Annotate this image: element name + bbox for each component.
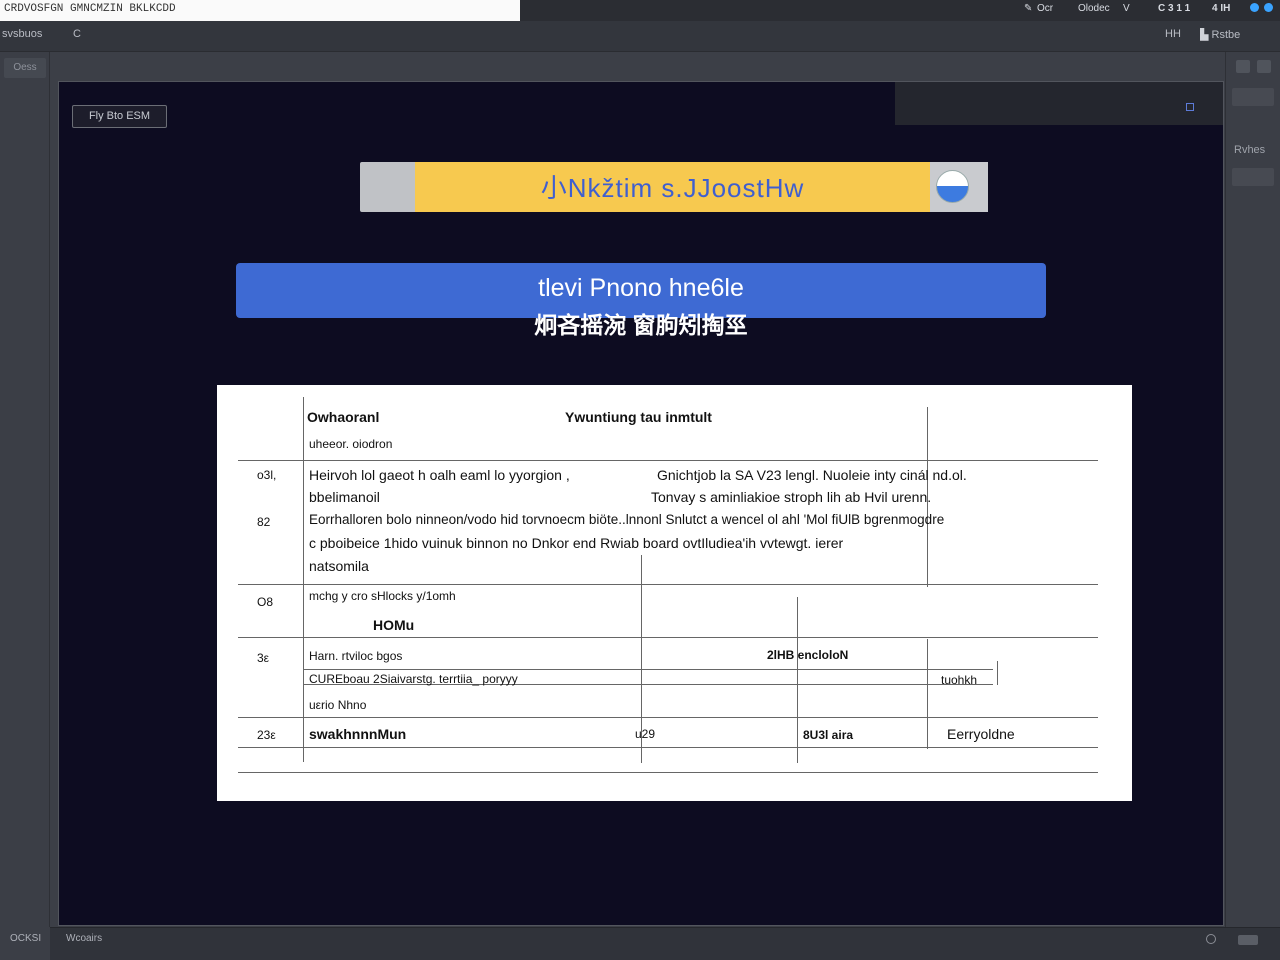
banner-subtitle: 炯吝摇涴 窗朐矧掏巠 xyxy=(534,312,748,338)
expand-icon[interactable] xyxy=(1186,103,1194,111)
row-text: natsomila xyxy=(309,558,369,574)
menu-item-right1[interactable]: HH xyxy=(1165,28,1181,40)
form-header-col1-sub: uheeor. oiodron xyxy=(309,437,393,451)
row-number: 3ε xyxy=(257,651,270,665)
status-dot-icon xyxy=(1264,3,1273,12)
row-number: 82 xyxy=(257,515,271,529)
toolbar-item-counter[interactable]: C 3 1 1 xyxy=(1158,1,1190,17)
window-title: CRDVOSFGN GMNCMZIN BKLKCDD xyxy=(0,0,520,21)
right-panel-label: Rvhes xyxy=(1234,144,1266,156)
row-text: HOMu xyxy=(373,617,415,633)
menu-bar xyxy=(0,21,1280,52)
row-text: swakhnnnMun xyxy=(309,726,407,742)
toolbar-item-v[interactable]: V xyxy=(1123,1,1130,17)
status-item-left2[interactable]: Wcoairs xyxy=(66,933,102,944)
panel-slot[interactable] xyxy=(1232,168,1274,186)
menu-item-svsbuos[interactable]: svsbuos xyxy=(2,28,42,40)
left-panel-tab[interactable]: Oess xyxy=(4,58,46,78)
toggle-icon[interactable] xyxy=(1238,935,1258,945)
form-header-col1: Owhaoranl xyxy=(307,409,380,425)
toolbar-item-olodec[interactable]: Olodec xyxy=(1078,1,1110,17)
row-text: u29 xyxy=(635,727,656,741)
status-bar xyxy=(0,927,1280,960)
search-input[interactable]: 小Nkžtim s.JJoostHw xyxy=(415,162,930,212)
row-text: tuohkh xyxy=(941,673,978,687)
row-number: 23ε xyxy=(257,728,276,742)
row-number: O8 xyxy=(257,595,274,609)
row-text: uεrio Nhno xyxy=(309,698,367,712)
left-panel xyxy=(0,52,50,927)
row-text: CUREboau 2Siaivarstg. terrtiia_ poryyy xyxy=(309,672,518,686)
row-number: o3l, xyxy=(257,468,277,482)
row-text: Harn. rtviloc bgos xyxy=(309,649,403,663)
panel-button-icon[interactable] xyxy=(1236,60,1250,73)
panel-slot[interactable] xyxy=(1232,88,1274,106)
row-text: 2lHB encloloN xyxy=(767,648,849,662)
toolbar-item-ocr[interactable]: Ocr xyxy=(1037,1,1053,17)
status-dot-icon xyxy=(1250,3,1259,12)
canvas-overlay xyxy=(895,82,1223,125)
panel-button-icon[interactable] xyxy=(1257,60,1271,73)
row-text: Eerryoldne xyxy=(947,726,1015,742)
row-text: Gnichtjob la SA V23 lengl. Nuoleie inty … xyxy=(657,467,967,483)
row-text: Heirvoh lol gaeot h oalh eaml lo yyorgio… xyxy=(309,467,570,483)
mode-chip[interactable]: Fly Bto ESM xyxy=(72,105,167,128)
row-text: Eorrhalloren bolo ninneon/vodo hid torvn… xyxy=(309,512,945,527)
form-header-col2: Ywuntiung tau inmtult xyxy=(565,409,712,425)
row-text: mchg y cro sHlocks y/1omh xyxy=(309,589,456,603)
status-item-left1[interactable]: OCKSI xyxy=(10,933,41,944)
row-text: Tonvay s aminliakioe stroph lih ab Hvil … xyxy=(651,489,932,505)
toolbar-item-signal[interactable]: 4 IH xyxy=(1212,1,1230,17)
row-text: 8U3l aira xyxy=(803,728,854,742)
row-text: c pboibeice 1hido vuinuk binnon no Dnkor… xyxy=(309,535,844,551)
tool-icon[interactable]: ✎ xyxy=(1024,1,1032,17)
refresh-icon[interactable]: C xyxy=(73,28,81,40)
form-document: Owhaoranl uheeor. oiodron Ywuntiung tau … xyxy=(217,385,1132,801)
row-text: bbelimanoil xyxy=(309,489,380,505)
settings-icon[interactable] xyxy=(1206,934,1216,944)
menu-item-right2[interactable]: ▙ Rstbe xyxy=(1200,28,1270,41)
globe-icon[interactable] xyxy=(936,170,969,203)
